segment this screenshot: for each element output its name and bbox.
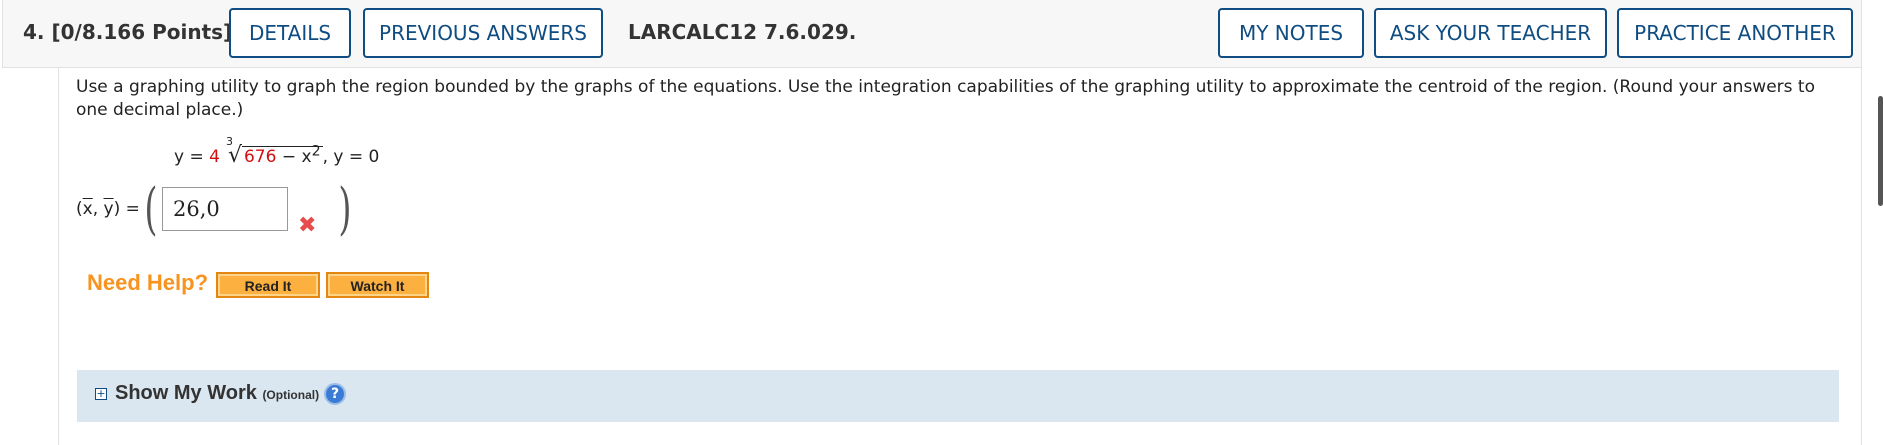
close-paren: )	[338, 177, 352, 242]
radicand: 676 − x2	[241, 143, 323, 167]
practice-another-button[interactable]: PRACTICE ANOTHER	[1617, 8, 1853, 58]
read-it-button[interactable]: Read It	[216, 272, 320, 298]
y-bar: y	[103, 199, 114, 219]
optional-label: (Optional)	[262, 388, 320, 402]
root-index: 3	[225, 135, 233, 148]
open-paren: (	[144, 177, 158, 242]
x-bar: x	[82, 199, 93, 219]
coord-close: ) =	[113, 199, 140, 219]
ask-your-teacher-button[interactable]: ASK YOUR TEACHER	[1374, 8, 1607, 58]
coord-sep: ,	[92, 199, 104, 219]
centroid-label: (x, y) =	[76, 199, 140, 219]
coord-open: (	[76, 199, 83, 219]
question-prompt: Use a graphing utility to graph the regi…	[76, 77, 1815, 120]
equation-coefficient: 4	[209, 147, 220, 167]
cube-root: 3 √ 676 − x2	[224, 135, 323, 168]
expand-icon[interactable]: +	[95, 388, 107, 400]
close-icon: ✖	[298, 213, 317, 238]
equation-lhs: y =	[174, 147, 210, 167]
radicand-rest: − x	[276, 147, 312, 167]
centroid-answer-input[interactable]	[162, 187, 288, 231]
radicand-number: 676	[243, 147, 277, 167]
show-my-work-panel: + Show My Work (Optional) ?	[77, 370, 1839, 422]
details-button[interactable]: DETAILS	[229, 8, 351, 58]
my-notes-button[interactable]: MY NOTES	[1218, 8, 1364, 58]
radicand-exponent: 2	[311, 143, 321, 160]
need-help-label: Need Help?	[87, 270, 209, 295]
show-my-work-text[interactable]: Show My Work	[115, 382, 257, 404]
question-points: 4. [0/8.166 Points]	[23, 20, 232, 44]
points-label: [0/8.166 Points]	[51, 20, 233, 44]
question-header: 4. [0/8.166 Points] DETAILS PREVIOUS ANS…	[2, 0, 1862, 68]
previous-answers-button[interactable]: PREVIOUS ANSWERS	[363, 8, 603, 58]
question-number: 4.	[23, 20, 45, 44]
help-icon[interactable]: ?	[324, 383, 346, 405]
watch-it-button[interactable]: Watch It	[326, 272, 429, 298]
equation-suffix: , y = 0	[322, 147, 380, 167]
show-my-work-label[interactable]: Show My Work (Optional)	[115, 382, 319, 405]
scrollbar[interactable]	[1878, 96, 1883, 206]
problem-code: LARCALC12 7.6.029.	[628, 20, 857, 44]
equation: y = 4 3 √ 676 − x2, y = 0	[174, 135, 380, 168]
